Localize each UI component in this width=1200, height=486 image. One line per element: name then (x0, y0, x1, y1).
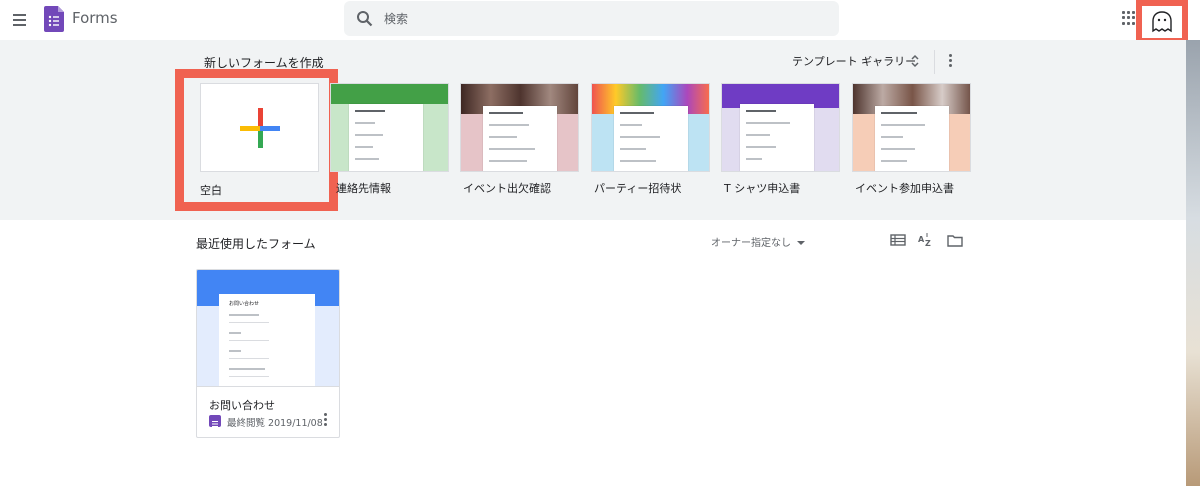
search-icon[interactable] (356, 10, 373, 27)
template-card-event-rsvp[interactable] (460, 83, 579, 172)
last-viewed-date: 最終閲覧 2019/11/08 (227, 418, 323, 429)
owner-filter-label: オーナー指定なし (711, 238, 791, 249)
sort-az-icon[interactable]: A Z (918, 232, 934, 248)
folder-icon[interactable] (947, 232, 963, 248)
template-label[interactable]: パーティー招待状 (594, 180, 681, 196)
top-bar: Forms (0, 0, 1200, 44)
template-label[interactable]: T シャツ申込書 (724, 180, 800, 196)
template-gallery-button[interactable]: テンプレート ギャラリー (792, 53, 916, 69)
template-card-contact[interactable] (330, 83, 449, 172)
template-card-tshirt-order[interactable] (721, 83, 840, 172)
blank-template-highlight: 空白 (175, 69, 338, 211)
template-label[interactable]: イベント出欠確認 (463, 180, 551, 196)
more-options-icon[interactable] (945, 54, 955, 70)
recent-forms-title: 最近使用したフォーム (196, 237, 316, 251)
forms-file-icon (209, 415, 221, 427)
avatar[interactable] (1142, 6, 1182, 38)
template-card-party-invite[interactable] (591, 83, 710, 172)
more-options-icon[interactable] (320, 413, 330, 429)
main-menu-button[interactable] (10, 9, 32, 31)
list-view-icon[interactable] (890, 232, 906, 248)
plus-icon (240, 108, 280, 148)
template-label[interactable]: 空白 (200, 182, 222, 198)
app-name[interactable]: Forms (72, 9, 118, 27)
search-bar[interactable] (344, 1, 839, 36)
form-title: お問い合わせ (209, 399, 275, 412)
expand-collapse-icon[interactable] (910, 54, 920, 68)
template-label[interactable]: 連絡先情報 (336, 180, 391, 196)
forms-logo-icon[interactable] (44, 6, 64, 32)
ghost-avatar-icon (1152, 11, 1172, 33)
google-apps-icon[interactable] (1122, 11, 1136, 25)
template-label[interactable]: イベント参加申込書 (855, 180, 954, 196)
divider (934, 50, 935, 74)
recent-form-card[interactable]: お問い合わせ お問い合わせ 最終閲覧 2019/11/08 (196, 269, 340, 438)
search-input[interactable] (384, 1, 824, 36)
background-window-edge (1186, 40, 1200, 486)
avatar-highlight (1136, 0, 1188, 44)
blank-template-tile: 空白 (184, 78, 329, 202)
template-card-event-registration[interactable] (852, 83, 971, 172)
form-thumbnail: お問い合わせ (197, 270, 339, 387)
svg-text:A: A (918, 235, 925, 244)
owner-filter-dropdown[interactable]: オーナー指定なし (711, 234, 805, 249)
blank-template-card[interactable] (200, 83, 319, 172)
dropdown-caret-icon (797, 241, 805, 245)
thumbnail-title: お問い合わせ (229, 301, 260, 307)
svg-text:Z: Z (925, 239, 931, 248)
